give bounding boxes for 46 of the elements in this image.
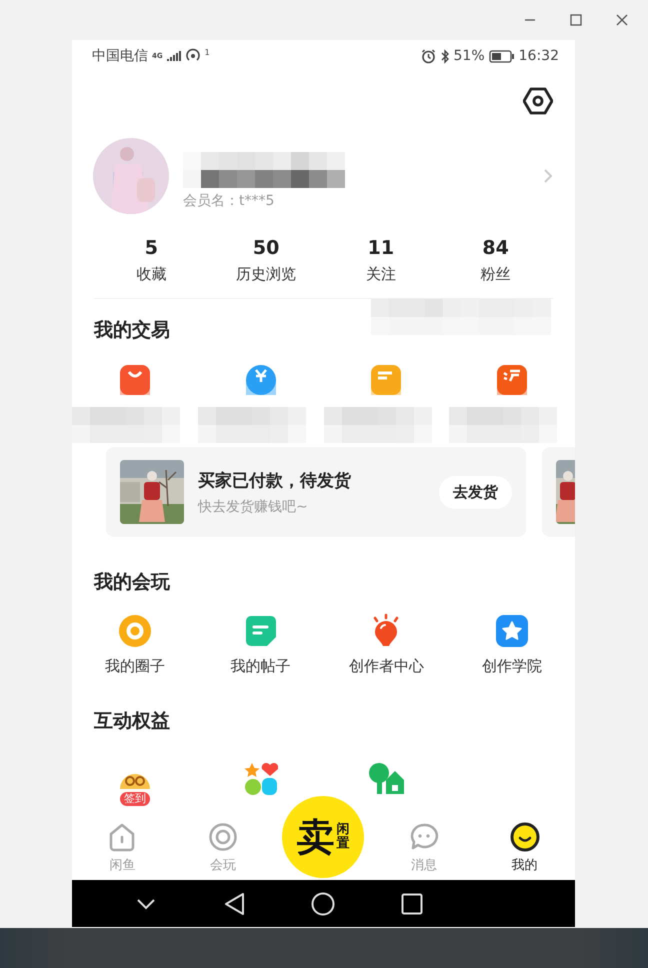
member-name: 会员名：t***5 (183, 192, 276, 210)
colorful-blocks-icon[interactable] (244, 762, 278, 796)
alarm-icon (420, 48, 436, 64)
home-circle-icon[interactable] (311, 892, 336, 916)
notice-subtitle: 快去发货赚钱吧~ (198, 498, 309, 516)
settings-icon[interactable] (523, 86, 553, 116)
battery-percent: 51% (454, 48, 485, 64)
menu-label[interactable]: 创作者中心 (348, 657, 424, 676)
maximize-icon[interactable] (570, 14, 582, 26)
stat-label[interactable]: 粉丝 (480, 264, 511, 284)
home-icon (107, 822, 138, 852)
tab[interactable]: 我的 (474, 822, 575, 874)
stat-label[interactable]: 收藏 (136, 264, 166, 284)
smiley-icon (510, 822, 540, 852)
stat-count[interactable]: 84 (482, 236, 509, 258)
battery-icon (488, 50, 515, 62)
notice-title: 买家已付款，待发货 (198, 470, 352, 492)
order-notice-card[interactable]: 买家已付款，待发货 快去发货赚钱吧~ 去发货 (106, 447, 526, 537)
target-icon (208, 822, 238, 852)
signal-icon (166, 50, 181, 62)
menu-label[interactable]: 创作学院 (482, 657, 542, 676)
bluetooth-icon (440, 48, 450, 64)
stat-count[interactable]: 50 (252, 236, 280, 258)
clock-time: 16:32 (518, 48, 559, 64)
back-icon[interactable] (224, 892, 246, 916)
checkin-badge[interactable]: 签到 (120, 792, 150, 806)
stat-label[interactable]: 关注 (366, 264, 396, 284)
section-title: 我的交易 (92, 318, 171, 343)
sim-index: 1 (204, 48, 210, 57)
carrier-name: 中国电信 (92, 47, 148, 65)
recents-icon[interactable] (401, 892, 424, 914)
post-icon[interactable] (244, 614, 277, 648)
section-title: 互动权益 (93, 709, 171, 734)
menu-label[interactable]: 我的圈子 (104, 657, 165, 676)
ring-icon[interactable] (118, 614, 152, 648)
section-title: 我的会玩 (92, 570, 171, 595)
chevron-down-icon[interactable] (136, 898, 156, 910)
stat-count[interactable]: 5 (144, 236, 158, 258)
stat-count[interactable]: 11 (368, 236, 394, 258)
menu-label[interactable]: 我的帖子 (230, 657, 291, 676)
tree-house-icon[interactable] (367, 762, 406, 794)
stat-label[interactable]: 历史浏览 (236, 264, 296, 284)
ship-button[interactable]: 去发货 (439, 476, 512, 508)
bulb-icon[interactable] (371, 613, 402, 649)
chat-bubble-icon (409, 822, 440, 852)
close-icon[interactable] (616, 14, 628, 26)
